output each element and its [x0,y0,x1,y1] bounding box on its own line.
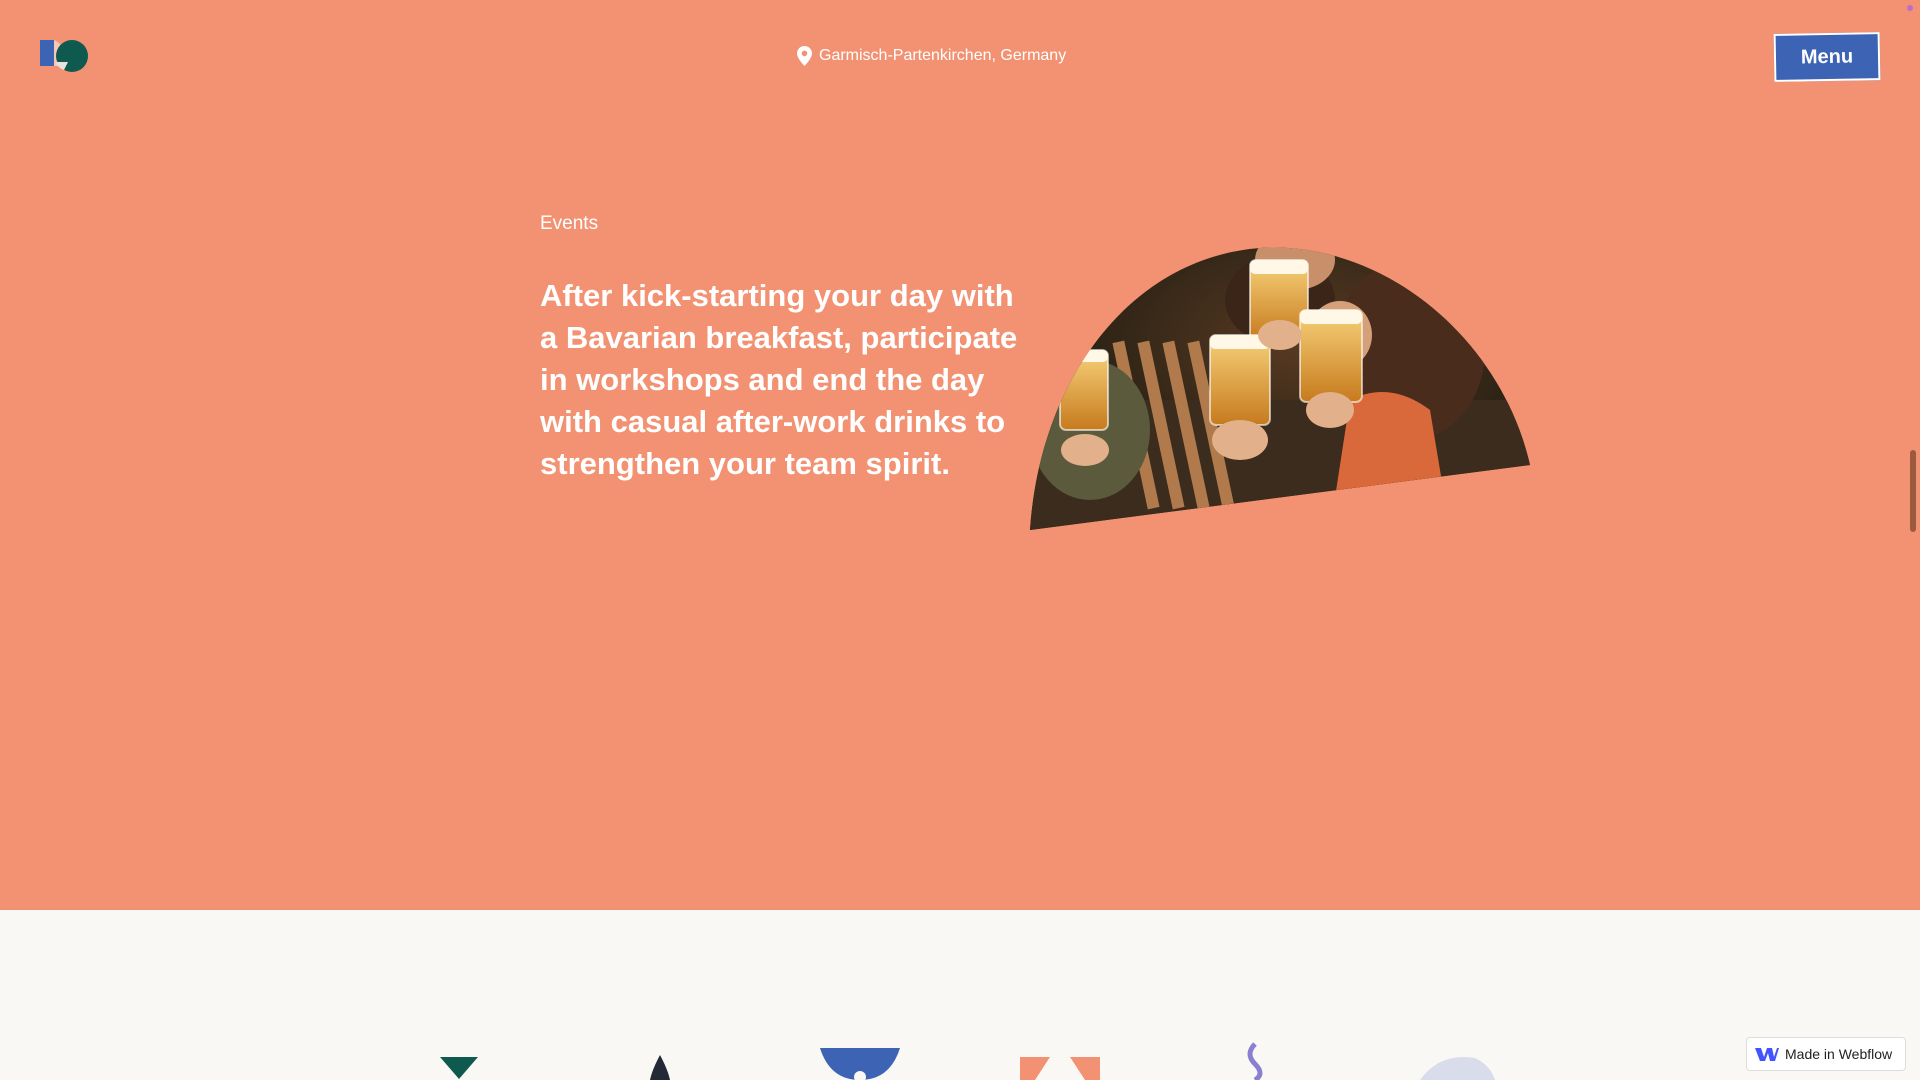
logo-icon[interactable] [38,36,92,76]
green-shield-logo-icon [440,1057,478,1079]
grey-fan-logo-icon [1420,1056,1495,1080]
location-label: Garmisch-Partenkirchen, Germany [797,46,1066,66]
corner-indicator-dot [1907,5,1913,11]
salmon-notch-logo-icon [1020,1057,1100,1080]
partner-logos-strip [440,1042,1495,1080]
dark-drop-logo-icon [650,1055,670,1080]
section-label: Events [540,213,599,234]
menu-button[interactable]: Menu [1773,32,1881,82]
beer-toast-photo [1030,247,1530,530]
purple-squiggle-logo-icon [1247,1042,1263,1080]
events-headline: After kick-starting your day with a Bava… [540,278,1018,481]
events-hero-section: Garmisch-Partenkirchen, Germany Menu Eve… [0,0,1920,910]
scrollbar-thumb[interactable] [1910,450,1916,532]
webflow-logo-icon [1755,1048,1779,1061]
location-text: Garmisch-Partenkirchen, Germany [819,47,1067,64]
webflow-badge-label: Made in Webflow [1785,1046,1893,1062]
made-in-webflow-badge[interactable]: Made in Webflow [1746,1037,1906,1071]
map-pin-icon [797,46,812,66]
